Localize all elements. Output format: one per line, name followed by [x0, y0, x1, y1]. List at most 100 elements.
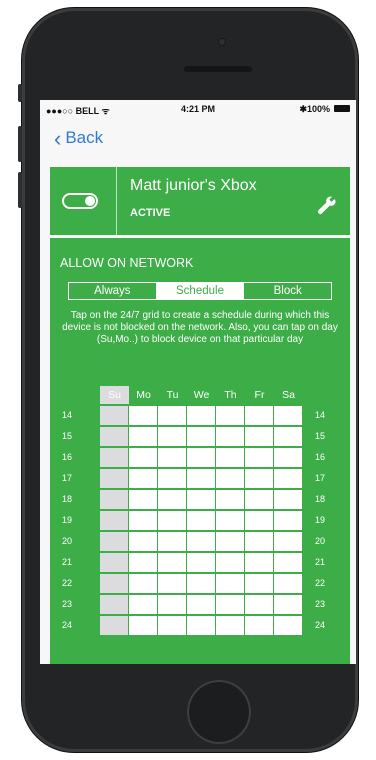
grid-cell[interactable]	[129, 532, 157, 551]
day-th[interactable]: Th	[216, 386, 245, 404]
grid-cell[interactable]	[158, 511, 186, 530]
grid-cell[interactable]	[187, 532, 215, 551]
grid-cell[interactable]	[129, 469, 157, 488]
back-button[interactable]: ‹ Back	[54, 127, 103, 149]
grid-cell[interactable]	[216, 406, 244, 425]
grid-cell[interactable]	[158, 532, 186, 551]
grid-row	[100, 574, 303, 593]
grid-cell[interactable]	[129, 574, 157, 593]
grid-cell[interactable]	[274, 553, 302, 572]
grid-cell[interactable]	[129, 448, 157, 467]
grid-cell[interactable]	[216, 511, 244, 530]
grid-cell[interactable]	[245, 406, 273, 425]
grid-cell[interactable]	[100, 511, 128, 530]
grid-cell[interactable]	[100, 532, 128, 551]
grid-cell[interactable]	[216, 595, 244, 614]
day-we[interactable]: We	[187, 386, 216, 404]
grid-cell[interactable]	[245, 616, 273, 635]
day-tu[interactable]: Tu	[158, 386, 187, 404]
mode-block[interactable]: Block	[244, 283, 331, 299]
day-fr[interactable]: Fr	[245, 386, 274, 404]
grid-cell[interactable]	[129, 616, 157, 635]
grid-cell[interactable]	[187, 406, 215, 425]
grid-cell[interactable]	[100, 469, 128, 488]
hour-label-left: 20	[62, 536, 73, 546]
grid-cell[interactable]	[129, 490, 157, 509]
grid-cell[interactable]	[187, 448, 215, 467]
grid-cell[interactable]	[100, 616, 128, 635]
grid-cell[interactable]	[245, 490, 273, 509]
grid-row	[100, 553, 303, 572]
grid-cell[interactable]	[187, 490, 215, 509]
grid-cell[interactable]	[274, 448, 302, 467]
grid-cell[interactable]	[216, 532, 244, 551]
day-sa[interactable]: Sa	[274, 386, 303, 404]
grid-cell[interactable]	[216, 448, 244, 467]
home-button[interactable]	[187, 680, 251, 744]
grid-cell[interactable]	[216, 427, 244, 446]
grid-cell[interactable]	[245, 532, 273, 551]
grid-cell[interactable]	[274, 532, 302, 551]
grid-cell[interactable]	[216, 490, 244, 509]
grid-cell[interactable]	[158, 616, 186, 635]
grid-cell[interactable]	[274, 511, 302, 530]
grid-cell[interactable]	[245, 511, 273, 530]
day-su[interactable]: Su	[100, 386, 129, 404]
grid-cell[interactable]	[187, 469, 215, 488]
grid-cell[interactable]	[129, 595, 157, 614]
grid-cell[interactable]	[245, 574, 273, 593]
grid-cell[interactable]	[187, 616, 215, 635]
hour-label-left: 24	[62, 620, 73, 630]
grid-cell[interactable]	[100, 427, 128, 446]
device-enable-toggle[interactable]	[62, 193, 98, 209]
day-mo[interactable]: Mo	[129, 386, 158, 404]
grid-cell[interactable]	[245, 553, 273, 572]
grid-cell[interactable]	[187, 574, 215, 593]
grid-cell[interactable]	[216, 553, 244, 572]
grid-cell[interactable]	[187, 595, 215, 614]
grid-cell[interactable]	[187, 553, 215, 572]
grid-row	[100, 511, 303, 530]
grid-cell[interactable]	[158, 553, 186, 572]
grid-cell[interactable]	[158, 574, 186, 593]
grid-cell[interactable]	[158, 595, 186, 614]
grid-cell[interactable]	[100, 448, 128, 467]
grid-cell[interactable]	[187, 427, 215, 446]
mode-schedule[interactable]: Schedule	[156, 283, 245, 299]
grid-cell[interactable]	[158, 469, 186, 488]
mode-always[interactable]: Always	[69, 283, 157, 299]
grid-cell[interactable]	[245, 469, 273, 488]
grid-cell[interactable]	[245, 595, 273, 614]
grid-cell[interactable]	[100, 595, 128, 614]
grid-cell[interactable]	[216, 469, 244, 488]
grid-cell[interactable]	[158, 448, 186, 467]
grid-cell[interactable]	[274, 406, 302, 425]
grid-cell[interactable]	[216, 574, 244, 593]
grid-cell[interactable]	[158, 406, 186, 425]
wrench-icon[interactable]	[316, 195, 338, 217]
grid-row	[100, 469, 303, 488]
grid-cell[interactable]	[274, 595, 302, 614]
grid-cell[interactable]	[129, 511, 157, 530]
day-header: Su Mo Tu We Th Fr Sa	[100, 386, 303, 404]
grid-cell[interactable]	[274, 616, 302, 635]
grid-cell[interactable]	[274, 427, 302, 446]
grid-cell[interactable]	[274, 469, 302, 488]
grid-cell[interactable]	[100, 490, 128, 509]
grid-cell[interactable]	[129, 406, 157, 425]
hour-label-right: 16	[315, 452, 326, 462]
grid-cell[interactable]	[274, 490, 302, 509]
grid-cell[interactable]	[158, 490, 186, 509]
grid-cell[interactable]	[129, 553, 157, 572]
grid-cell[interactable]	[158, 427, 186, 446]
grid-cell[interactable]	[100, 553, 128, 572]
grid-cell[interactable]	[274, 574, 302, 593]
grid-cell[interactable]	[245, 448, 273, 467]
grid-cell[interactable]	[187, 511, 215, 530]
grid-cell[interactable]	[100, 574, 128, 593]
grid-cell[interactable]	[100, 406, 128, 425]
grid-cell[interactable]	[129, 427, 157, 446]
grid-cell[interactable]	[245, 427, 273, 446]
hour-label-left: 21	[62, 557, 73, 567]
grid-cell[interactable]	[216, 616, 244, 635]
